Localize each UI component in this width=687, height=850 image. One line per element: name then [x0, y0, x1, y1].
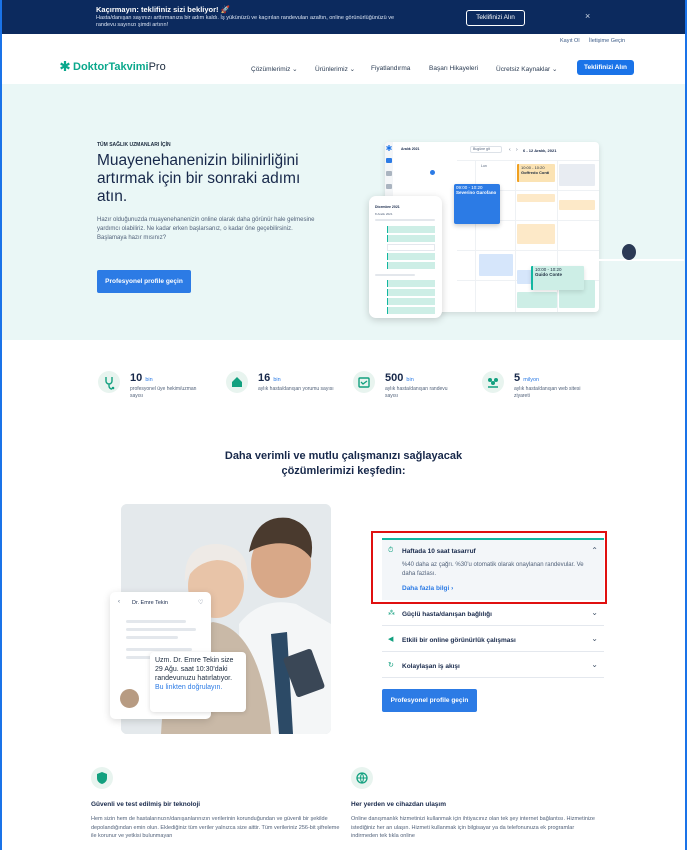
calendar-weekday: Lun — [481, 164, 487, 168]
feature-title: Her yerden ve cihazdan ulaşım — [351, 801, 447, 808]
stethoscope-icon — [98, 371, 120, 393]
hero-section: TÜM SAĞLIK UZMANLARI İÇİN Muayenehaneniz… — [2, 84, 685, 340]
brand-suffix: Pro — [148, 61, 166, 73]
hero-description: Hazır olduğunuzda muayenehanenizin onlin… — [97, 216, 327, 243]
solutions-pro-profile-button[interactable]: Profesyonel profile geçin — [382, 689, 477, 712]
stat-label: aylık hasta/danışan randevu sayısı — [385, 386, 448, 399]
reminder-link[interactable]: Bu linkten doğrulayın. — [155, 684, 222, 691]
asterisk-logo-icon — [60, 61, 70, 71]
promo-text: Hasta/danışan sayınızı arttırmanıza bir … — [96, 15, 395, 28]
brand-name: DoktorTakvimi — [73, 61, 149, 73]
stat-label: aylık hasta/danışan web sitesi ziyareti — [514, 386, 581, 399]
feature-text: Hem sizin hem de hastalarınızın/danışanl… — [91, 816, 340, 839]
stat-unit: bin — [145, 377, 153, 383]
hero-tag: TÜM SAĞLIK UZMANLARI İÇİN — [97, 142, 171, 148]
event-goffredo[interactable]: 10:00 - 10:20 Goffredo Conti — [517, 164, 555, 182]
stat-number: 5 — [514, 372, 521, 384]
avatar — [120, 689, 139, 708]
brand-logo[interactable]: DoktorTakvimiPro — [60, 61, 166, 73]
nav-item-success-stories[interactable]: Başarı Hikayeleri — [429, 65, 478, 72]
nav-item-free-resources[interactable]: Ücretsiz Kaynaklar ⌄ — [496, 65, 557, 73]
nav-item-pricing[interactable]: Fiyatlandırma — [371, 65, 410, 72]
solutions-title-line1: Daha verimli ve mutlu çalışmanızı sağlay… — [224, 450, 463, 462]
phone-mockup: Dicembre 2021 8 Aralık 2021 — [369, 196, 442, 318]
main-nav: DoktorTakvimiPro Çözümlerimiz ⌄ Ürünleri… — [2, 52, 685, 84]
chevron-down-icon[interactable]: ⌄ — [591, 608, 598, 617]
accordion-title: Güçlü hasta/danışan bağlılığı — [402, 611, 492, 618]
chevron-down-icon[interactable]: ⌄ — [591, 660, 598, 669]
highlight-box — [371, 531, 607, 604]
asterisk-logo-icon — [386, 145, 392, 151]
calendar-range: 6 - 12 Aralık, 2021 — [523, 148, 557, 153]
hero-title: Muayenehanenizin bilinirliğini artırmak … — [97, 152, 301, 205]
nav-item-solutions[interactable]: Çözümlerimiz ⌄ — [251, 65, 298, 73]
accordion-item-workflow[interactable]: ↻ Kolaylaşan iş akışı ⌄ — [382, 654, 604, 678]
globe-icon — [351, 767, 373, 789]
promo-cta-button[interactable]: Teklifinizi Alın — [466, 10, 525, 26]
solutions-title: Daha verimli ve mutlu çalışmanızı sağlay… — [2, 449, 685, 479]
chevron-left-icon[interactable]: ‹ — [118, 599, 120, 605]
event-guido[interactable]: 10:00 - 10:20 Guido Conte — [531, 266, 584, 290]
accordion-title: Kolaylaşan iş akışı — [402, 663, 460, 670]
feature-text: Online danışmanlık hizmetinizi kullanmak… — [351, 816, 595, 839]
solutions-title-line2: çözümlerimizi keşfedin: — [281, 465, 406, 477]
stat-unit: bin — [406, 377, 414, 383]
reminder-text: Uzm. Dr. Emre Tekin size 29 Ağu. saat 10… — [155, 657, 234, 682]
nav-cta-button[interactable]: Teklifinizi Alın — [577, 60, 634, 75]
chevron-down-icon[interactable]: ⌄ — [591, 634, 598, 643]
event-name: Goffredo Conti — [521, 170, 550, 175]
stat-label: profesyonel üye hekim/uzman sayısı — [130, 386, 197, 399]
hero-description-text: Hazır olduğunuzda muayenehanenizin onlin… — [97, 217, 315, 232]
stat-number: 10 — [130, 372, 143, 384]
contact-link[interactable]: İletişime Geçin — [589, 38, 625, 44]
stat-unit: bin — [273, 377, 281, 383]
calendar-month: Aralık 2021 — [401, 147, 420, 151]
people-icon: ⁂ — [388, 610, 395, 617]
event-severino[interactable]: 09:00 - 10:20 Severino Garofano — [454, 184, 500, 224]
megaphone-icon: ◀ — [388, 636, 394, 643]
promo-title: Kaçırmayın: teklifiniz sizi bekliyor! 🚀 — [96, 5, 230, 14]
promo-banner: Kaçırmayın: teklifiniz sizi bekliyor! 🚀 … — [2, 0, 685, 34]
nav-item-products[interactable]: Ürünlerimiz ⌄ — [315, 65, 355, 73]
calendar-icon — [353, 371, 375, 393]
event-name: Guido Conte — [535, 272, 562, 277]
stat-number: 16 — [258, 372, 271, 384]
phone-subtitle: 8 Aralık 2021 — [375, 212, 393, 216]
people-icon — [482, 371, 504, 393]
chevron-right-icon[interactable]: › — [516, 147, 518, 153]
feature-title: Güvenli ve test edilmiş bir teknoloji — [91, 801, 201, 808]
heart-icon[interactable]: ♡ — [198, 599, 203, 606]
house-icon — [226, 371, 248, 393]
hero-pro-profile-button[interactable]: Profesyonel profile geçin — [97, 270, 191, 293]
avatar — [622, 244, 636, 260]
close-icon[interactable]: × — [585, 11, 590, 21]
stat-label: aylık hasta/danışan yorumu sayısı — [258, 386, 334, 392]
refresh-icon: ↻ — [388, 662, 394, 669]
event-name: Severino Garofano — [456, 190, 497, 195]
phone-title: Dicembre 2021 — [375, 205, 400, 209]
today-button[interactable]: Bugüne git — [470, 146, 502, 153]
reminder-bubble: Uzm. Dr. Emre Tekin size 29 Ağu. saat 10… — [150, 652, 246, 712]
chevron-left-icon[interactable]: ‹ — [509, 147, 511, 153]
stat-number: 500 — [385, 372, 404, 384]
shield-icon — [91, 767, 113, 789]
doctor-card-name: Dr. Emre Tekin — [132, 600, 168, 606]
accordion-item-engagement[interactable]: ⁂ Güçlü hasta/danışan bağlılığı ⌄ — [382, 602, 604, 626]
accordion-item-visibility[interactable]: ◀ Etkili bir online görünürlük çalışması… — [382, 628, 604, 652]
login-link[interactable]: Kayıt Ol — [560, 38, 580, 44]
accordion-title: Etkili bir online görünürlük çalışması — [402, 637, 516, 644]
stat-unit: milyon — [523, 377, 540, 383]
stats-row: 10 bin profesyonel üye hekim/uzman sayıs… — [2, 368, 685, 418]
hero-question: Başlamaya hazır mısınız? — [97, 235, 167, 241]
